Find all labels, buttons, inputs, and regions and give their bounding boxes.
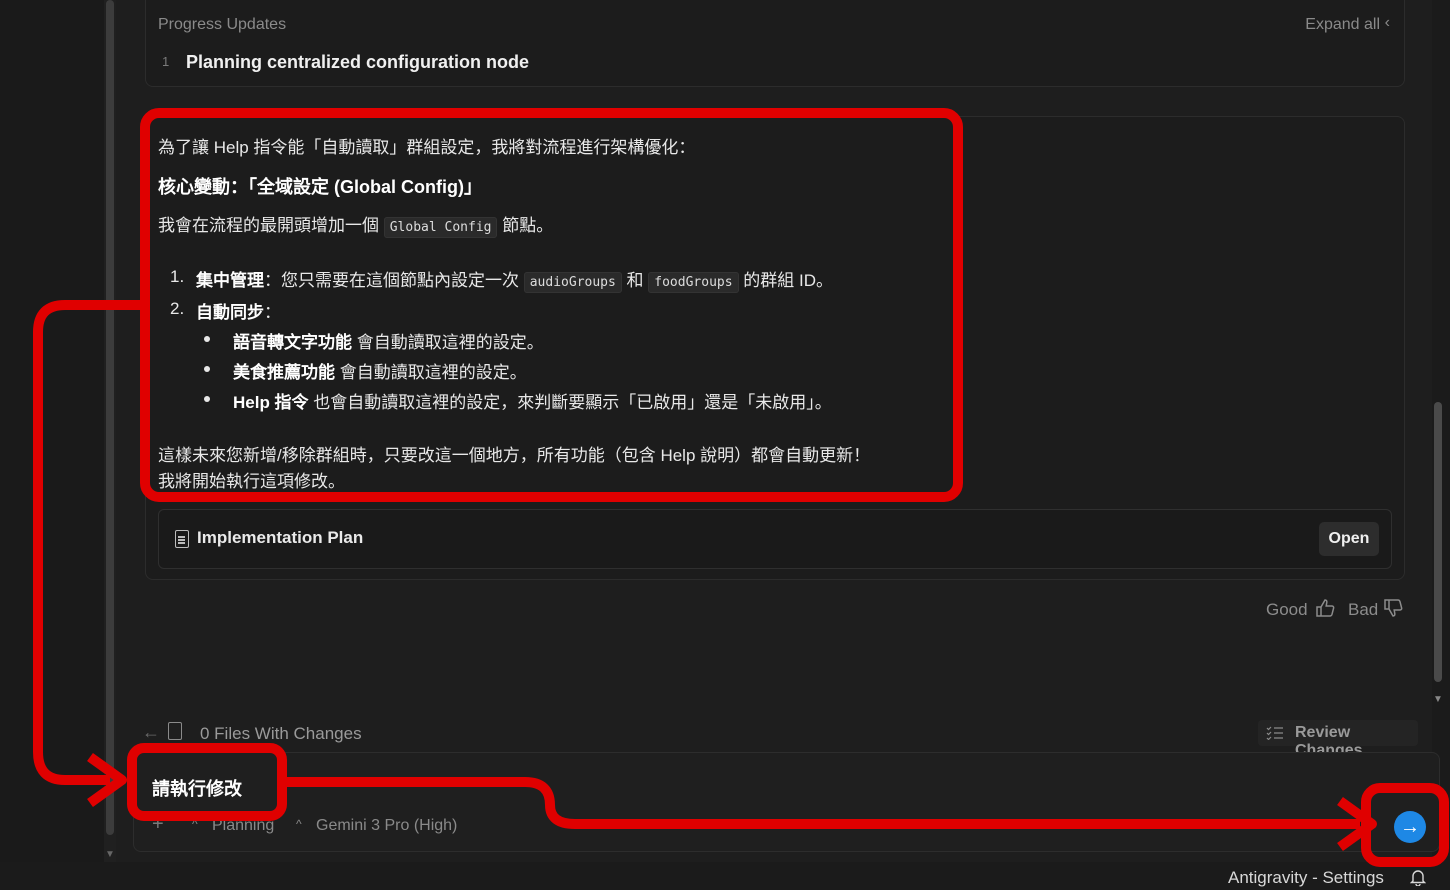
- good-feedback-label[interactable]: Good: [1266, 600, 1308, 620]
- step-number: 1: [162, 54, 170, 69]
- text-span: 我會在流程的最開頭增加一個: [158, 216, 384, 235]
- message-closing-2: 我將開始執行這項修改。: [158, 472, 345, 491]
- sub-item-help: Help 指令 也會自動讀取這裡的設定，來判斷要顯示「已啟用」還是「未啟用」。: [233, 388, 832, 413]
- message-closing-1: 這樣未來您新增/移除群組時，只要改這一個地方，所有功能（包含 Help 說明）都…: [158, 446, 871, 465]
- text-span: ：您只需要在這個節點內設定一次: [264, 271, 524, 290]
- left-panel: [0, 0, 104, 862]
- list-item-centralize: 集中管理：您只需要在這個節點內設定一次 audioGroups 和 foodGr…: [196, 266, 834, 293]
- bad-feedback-label[interactable]: Bad: [1348, 600, 1378, 620]
- inline-code: foodGroups: [648, 272, 739, 293]
- text-span: 節點。: [497, 216, 554, 235]
- checklist-icon: [1266, 726, 1283, 740]
- implementation-plan-label: Implementation Plan: [197, 528, 364, 547]
- message-line-node: 我會在流程的最開頭增加一個 Global Config 節點。: [158, 211, 554, 238]
- open-button[interactable]: Open: [1319, 522, 1379, 556]
- chat-input-box[interactable]: 請執行修改 + ^ Planning ^ Gemini 3 Pro (High)…: [133, 752, 1440, 852]
- chevron-up-icon[interactable]: ^: [192, 817, 198, 831]
- list-number: 1.: [170, 267, 185, 286]
- document-icon: [175, 530, 189, 548]
- chevron-up-icon[interactable]: ^: [296, 817, 302, 831]
- add-context-button[interactable]: +: [152, 813, 164, 836]
- files-changes-label[interactable]: 0 Files With Changes: [200, 724, 362, 744]
- bold-text: 自動同步: [196, 303, 264, 322]
- status-bar-text[interactable]: Antigravity - Settings: [1228, 868, 1384, 888]
- chat-input-text[interactable]: 請執行修改: [152, 775, 242, 801]
- message-heading: 核心變動：「全域設定 (Global Config)」: [158, 177, 482, 197]
- files-changes-bar: ← 0 Files With Changes Review Changes: [142, 720, 1432, 759]
- implementation-plan-card[interactable]: Implementation Plan Open: [158, 509, 1392, 569]
- bell-icon[interactable]: [1410, 868, 1426, 886]
- left-scrollbar[interactable]: ▼: [104, 0, 116, 862]
- scroll-down-icon[interactable]: ▼: [1432, 694, 1444, 705]
- sub-item-food: 美食推薦功能 會自動讀取這裡的設定。: [233, 358, 527, 383]
- progress-updates-card: Progress Updates Expand all ‹ 1 Planning…: [145, 0, 1405, 87]
- bold-text: 語音轉文字功能: [233, 333, 352, 352]
- text-span: 也會自動讀取這裡的設定，來判斷要顯示「已啟用」還是「未啟用」。: [308, 393, 832, 412]
- bold-text: 美食推薦功能: [233, 363, 335, 382]
- bullet: [204, 396, 210, 402]
- file-icon: [168, 722, 182, 740]
- expand-all-button[interactable]: Expand all: [1305, 16, 1380, 34]
- text-span: 和: [621, 271, 649, 290]
- inline-code: Global Config: [383, 217, 498, 238]
- text-span: 的群組 ID。: [738, 271, 834, 290]
- inline-code: audioGroups: [523, 272, 622, 293]
- progress-updates-title: Progress Updates: [158, 16, 287, 33]
- bold-text: Help 指令: [233, 393, 309, 412]
- text-span: 會自動讀取這裡的設定。: [335, 363, 527, 382]
- sub-item-voice: 語音轉文字功能 會自動讀取這裡的設定。: [233, 328, 544, 353]
- thumbs-down-icon[interactable]: [1383, 598, 1403, 618]
- list-item-autosync: 自動同步：: [196, 298, 281, 323]
- bold-text: 集中管理: [196, 271, 264, 290]
- bullet: [204, 366, 210, 372]
- bullet: [204, 336, 210, 342]
- model-selector[interactable]: Gemini 3 Pro (High): [316, 817, 457, 835]
- chat-scrollbar-thumb[interactable]: [1434, 402, 1442, 682]
- review-changes-button[interactable]: Review Changes: [1258, 720, 1418, 759]
- text-span: ：: [264, 303, 281, 322]
- step-text: Planning centralized configuration node: [186, 52, 530, 72]
- chat-scrollbar[interactable]: ▼: [1432, 0, 1444, 710]
- list-number: 2.: [170, 299, 185, 318]
- message-intro: 為了讓 Help 指令能「自動讀取」群組設定，我將對流程進行架構優化：: [158, 138, 696, 157]
- send-button[interactable]: →: [1394, 811, 1426, 843]
- status-bar: Antigravity - Settings: [0, 862, 1450, 890]
- assistant-message-card: 為了讓 Help 指令能「自動讀取」群組設定，我將對流程進行架構優化： 核心變動…: [145, 116, 1405, 580]
- left-scrollbar-thumb[interactable]: [106, 0, 114, 835]
- mode-selector[interactable]: Planning: [212, 817, 274, 835]
- scroll-down-icon[interactable]: ▼: [104, 849, 116, 860]
- arrow-left-icon[interactable]: ←: [142, 722, 160, 743]
- chevron-left-icon[interactable]: ‹: [1385, 14, 1390, 32]
- thumbs-up-icon[interactable]: [1315, 598, 1335, 618]
- text-span: 會自動讀取這裡的設定。: [352, 333, 544, 352]
